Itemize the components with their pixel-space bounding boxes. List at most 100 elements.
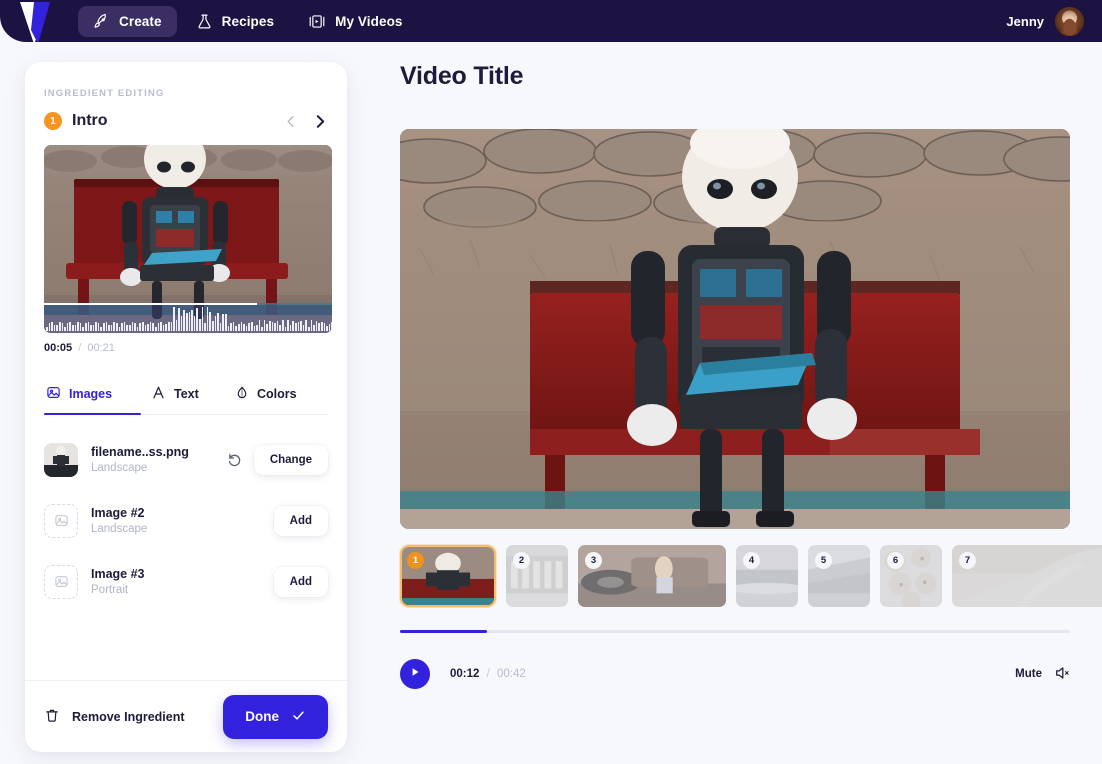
text-a-icon [151,385,166,403]
sidebar-kicker: INGREDIENT EDITING [44,88,165,99]
scene-thumbnail-image [952,545,1102,607]
step-badge: 1 [44,112,62,130]
chevron-right-icon[interactable] [313,113,328,130]
sidebar-title-row: 1 Intro [44,112,328,130]
nav-label-my-videos: My Videos [335,13,403,29]
file-orientation: Landscape [91,523,148,535]
main-nav: Create Recipes My Videos [78,5,418,37]
undo-icon[interactable] [226,451,243,468]
file-thumbnail-placeholder[interactable] [44,503,78,538]
done-label: Done [245,709,279,724]
scene-thumbnail-5[interactable]: 5 [808,545,870,607]
mute-button[interactable]: Mute [1015,665,1070,684]
tab-label-images: Images [69,387,113,401]
play-button[interactable] [400,659,430,689]
list-item: filename..ss.png Landscape Change [44,429,328,490]
player-current-time: 00:12 [450,668,480,680]
tab-label-colors: Colors [257,387,297,401]
check-icon [291,708,306,726]
step-title: Intro [72,112,108,129]
file-meta: Image #3 Portrait [91,567,145,596]
image-icon [46,385,61,403]
timeline-progress-track[interactable] [400,630,1070,633]
video-player[interactable] [400,129,1070,529]
page-title: Video Title [400,62,524,90]
list-item: Image #2 Landscape Add [44,490,328,551]
file-actions: Change [226,444,328,475]
scene-number-badge: 5 [815,552,832,569]
v-logo-icon [16,0,62,42]
user-name: Jenny [1006,13,1044,29]
nav-label-recipes: Recipes [221,13,275,29]
add-button[interactable]: Add [273,566,328,597]
sidebar-footer: Remove Ingredient Done [25,680,347,752]
file-thumbnail-placeholder[interactable] [44,564,78,599]
file-name: Image #3 [91,567,145,581]
sidebar-tabs: Images Text Colors [44,376,328,415]
nav-item-my-videos[interactable]: My Videos [293,6,417,37]
app-logo[interactable] [0,0,78,42]
scene-number-badge: 6 [887,552,904,569]
file-name: Image #2 [91,506,145,520]
file-name: filename..ss.png [91,445,189,459]
scene-number-badge: 3 [585,552,602,569]
droplet-icon [235,385,249,403]
timeline-progress-bar [400,630,488,633]
remove-ingredient-button[interactable]: Remove Ingredient [44,707,185,727]
player-time: 00:12 / 00:42 [450,668,526,680]
mute-label: Mute [1015,668,1042,680]
speaker-mute-icon [1054,665,1070,684]
file-orientation: Landscape [91,462,148,474]
nav-item-recipes[interactable]: Recipes [181,6,289,37]
tab-text[interactable]: Text [141,376,233,414]
preview-total-time: 00:21 [87,342,115,354]
sidebar-body: INGREDIENT EDITING 1 Intro 00:05 / 00:21… [25,62,347,680]
tab-colors[interactable]: Colors [233,376,299,414]
app-root: Create Recipes My Videos Jenny INGREDIEN… [0,0,1102,764]
preview-time: 00:05 / 00:21 [44,342,328,354]
player-total-time: 00:42 [497,668,526,680]
preview-time-separator: / [78,342,82,354]
nav-label-create: Create [119,13,162,29]
ingredient-preview[interactable] [44,145,332,333]
player-time-separator: / [486,668,490,680]
trash-icon [44,707,60,727]
ingredient-sidebar: INGREDIENT EDITING 1 Intro 00:05 / 00:21… [25,62,347,752]
scene-thumbnail-6[interactable]: 6 [880,545,942,607]
scene-number-badge: 7 [959,552,976,569]
tab-images[interactable]: Images [44,376,141,415]
scene-thumbnail-4[interactable]: 4 [736,545,798,607]
top-header: Create Recipes My Videos Jenny [0,0,1102,42]
file-orientation: Portrait [91,584,129,596]
scene-thumbnail-strip: 1 2 3 4 5 6 7 [400,545,1102,607]
file-actions: Add [273,566,328,597]
file-meta: filename..ss.png Landscape [91,445,189,474]
scene-thumbnail-3[interactable]: 3 [578,545,726,607]
scene-thumbnail-2[interactable]: 2 [506,545,568,607]
tab-label-text: Text [174,387,199,401]
scene-thumbnail-7[interactable]: 7 [952,545,1102,607]
remove-ingredient-label: Remove Ingredient [72,709,185,724]
chevron-left-icon[interactable] [284,114,297,129]
image-file-list: filename..ss.png Landscape Change Image … [44,429,328,612]
scene-number-badge: 1 [407,552,424,569]
player-controls: 00:12 / 00:42 Mute [400,659,1070,689]
avatar[interactable] [1055,6,1084,36]
file-thumbnail[interactable] [44,442,78,477]
file-meta: Image #2 Landscape [91,506,147,535]
scene-number-badge: 4 [743,552,760,569]
scene-number-badge: 2 [513,552,530,569]
play-icon [409,665,421,683]
done-button[interactable]: Done [223,694,328,739]
main-panel: Video Title 1 2 3 4 5 6 7 00:12 / 00:42 … [400,62,1102,689]
scene-thumbnail-1[interactable]: 1 [400,545,496,607]
list-item: Image #3 Portrait Add [44,551,328,612]
flask-icon [196,13,213,30]
nav-item-create[interactable]: Create [78,5,177,37]
rocket-icon [93,13,110,30]
user-menu[interactable]: Jenny [1006,6,1084,36]
change-button[interactable]: Change [253,444,328,475]
add-button[interactable]: Add [273,505,328,536]
step-nav-arrows [284,113,328,130]
audio-waveform [44,305,332,333]
